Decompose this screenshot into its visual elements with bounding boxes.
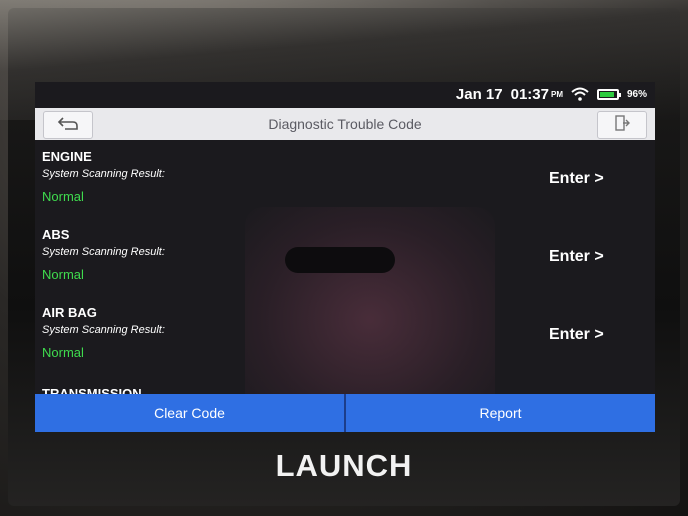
brand-logo: LAUNCH <box>275 448 413 483</box>
back-button[interactable] <box>43 111 93 139</box>
status-time: 01:37 <box>510 85 549 103</box>
scan-status: Normal <box>42 189 84 204</box>
bottom-action-bar: Clear Code Report <box>35 394 655 432</box>
enter-button-abs[interactable]: Enter > <box>549 248 604 266</box>
list-item-airbag[interactable]: AIR BAG System Scanning Result: Normal E… <box>35 300 655 378</box>
wifi-icon <box>571 87 589 101</box>
status-date: Jan 17 <box>455 85 503 103</box>
scan-result-label: System Scanning Result: <box>42 246 165 258</box>
system-name: ENGINE <box>42 149 92 164</box>
list-item-abs[interactable]: ABS System Scanning Result: Normal Enter… <box>35 222 655 300</box>
clear-code-button[interactable]: Clear Code <box>35 394 344 432</box>
report-button[interactable]: Report <box>346 394 655 432</box>
title-bar: Diagnostic Trouble Code <box>35 108 655 140</box>
back-arrow-icon <box>57 116 79 135</box>
status-bar: Jan 17 01:37 PM 96% <box>35 82 655 106</box>
exit-button[interactable] <box>597 111 647 139</box>
list-item-engine[interactable]: ENGINE System Scanning Result: Normal En… <box>35 144 655 222</box>
exit-icon <box>614 114 630 136</box>
battery-percent: 96% <box>626 88 647 100</box>
system-name: AIR BAG <box>42 305 97 320</box>
system-name: ABS <box>42 227 70 242</box>
battery-icon <box>596 88 621 100</box>
scan-result-label: System Scanning Result: <box>42 324 165 336</box>
enter-button-airbag[interactable]: Enter > <box>549 326 604 344</box>
enter-button-engine[interactable]: Enter > <box>549 170 604 188</box>
scan-result-label: System Scanning Result: <box>42 168 165 180</box>
device-screen: Jan 17 01:37 PM 96% Diagnostic Trouble C… <box>35 82 655 432</box>
system-list: ENGINE System Scanning Result: Normal En… <box>35 144 655 396</box>
status-ampm: PM <box>550 89 563 99</box>
scan-status: Normal <box>42 345 84 360</box>
scan-status: Normal <box>42 267 84 282</box>
list-item-transmission[interactable]: TRANSMISSION <box>42 384 142 394</box>
page-title: Diagnostic Trouble Code <box>268 116 422 132</box>
